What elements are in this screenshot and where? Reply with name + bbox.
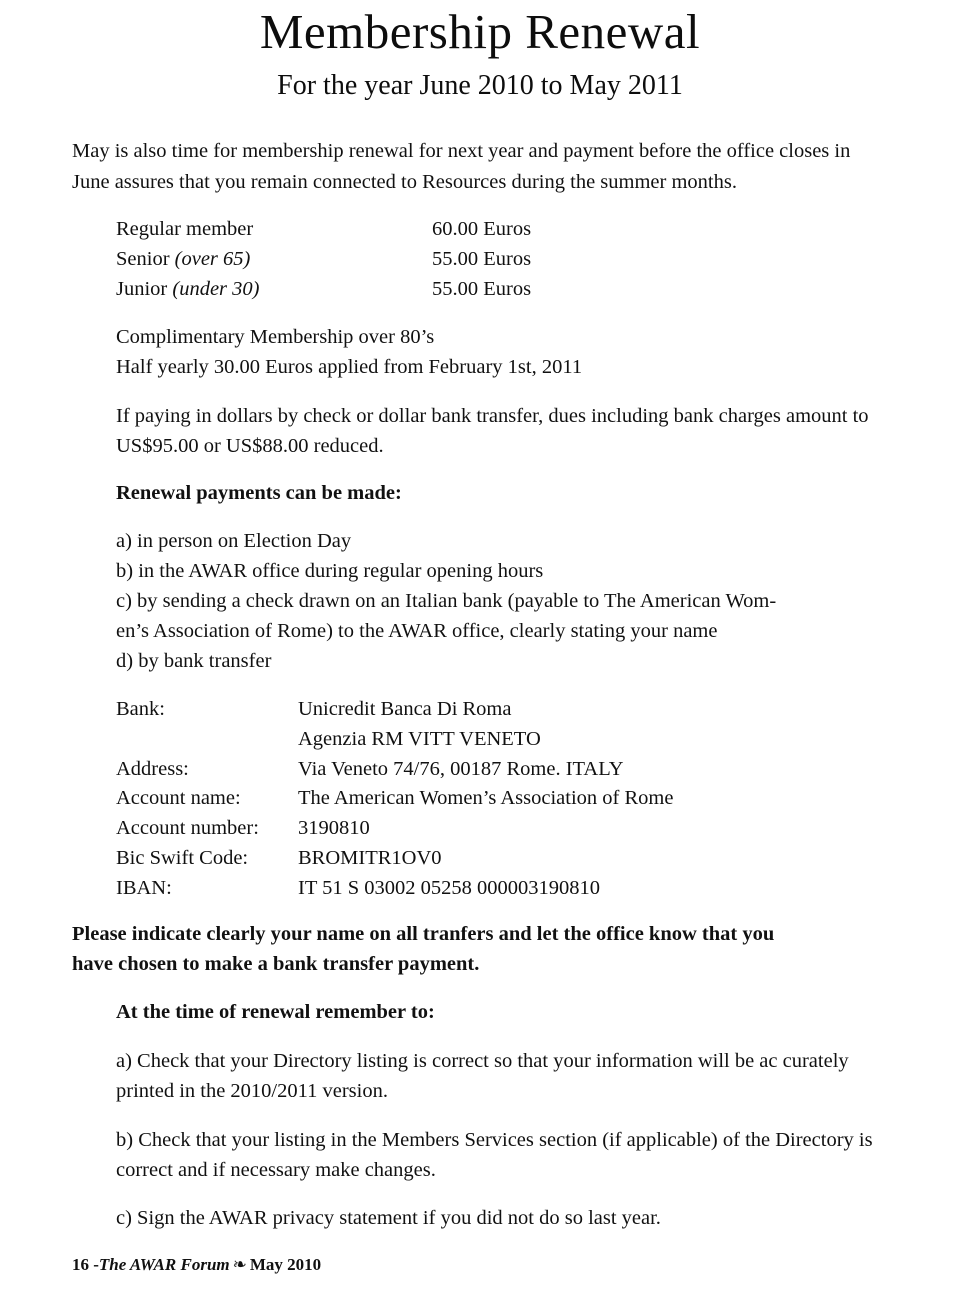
remember-heading: At the time of renewal remember to:: [116, 1000, 435, 1023]
payment-options-list: a) in person on Election Day b) in the A…: [116, 527, 888, 677]
bank-detail-value: Agenzia RM VITT VENETO: [298, 727, 541, 750]
dollar-payment-paragraph: If paying in dollars by check or dollar …: [116, 404, 869, 457]
complimentary-block: Complimentary Membership over 80’s Half …: [116, 323, 888, 383]
list-item: a) in person on Election Day: [116, 530, 352, 553]
bank-detail-key: Account name:: [116, 787, 241, 810]
floral-heart-icon: ❧: [232, 1255, 247, 1274]
complimentary-line-2: Half yearly 30.00 Euros applied from Feb…: [116, 355, 583, 378]
fee-type-cell: Junior (under 30): [116, 275, 432, 305]
fee-qualifier: (over 65): [174, 247, 251, 270]
fee-type-label: Regular member: [116, 217, 254, 240]
table-row: Account name: The American Women’s Assoc…: [116, 784, 673, 814]
bank-detail-key: Account number:: [116, 817, 259, 840]
remember-item-a: a) Check that your Directory listing is …: [116, 1049, 849, 1103]
footer-publication: The AWAR Forum: [98, 1255, 230, 1274]
bank-transfer-notice: Please indicate clearly your name on all…: [72, 920, 888, 980]
fee-type-cell: Senior (over 65): [116, 245, 432, 275]
list-item: d) by bank transfer: [116, 649, 272, 672]
list-item: en’s Association of Rome) to the AWAR of…: [116, 619, 718, 642]
fee-amount-cell: 55.00 Euros: [432, 277, 532, 300]
page-title: Membership Renewal: [259, 4, 701, 59]
fee-table: Regular member 60.00 Euros Senior (over …: [116, 215, 531, 305]
notice-line-1: Please indicate clearly your name on all…: [72, 923, 775, 946]
table-row: Regular member 60.00 Euros: [116, 215, 531, 245]
remember-item-b: b) Check that your listing in the Member…: [116, 1128, 873, 1181]
bank-detail-key: [116, 725, 298, 755]
document-page: Membership Renewal For the year June 201…: [0, 6, 960, 1297]
fee-qualifier: (under 30): [172, 277, 260, 300]
bank-detail-key: IBAN:: [116, 877, 172, 900]
table-row: Senior (over 65) 55.00 Euros: [116, 245, 531, 275]
bank-detail-value: 3190810: [298, 817, 370, 840]
document-body: May is also time for membership renewal …: [0, 136, 960, 1233]
fee-type-label: Junior: [116, 277, 173, 300]
footer-date: May 2010: [249, 1255, 322, 1274]
fee-type-cell: Regular member: [116, 215, 432, 245]
list-item: b) in the AWAR office during regular ope…: [116, 560, 544, 582]
complimentary-line-1: Complimentary Membership over 80’s: [116, 325, 435, 348]
table-row: Bic Swift Code: BROMITR1OV0: [116, 844, 673, 874]
bank-detail-key: Bank:: [116, 697, 165, 720]
bank-detail-value: The American Women’s Association of Rome: [298, 787, 674, 810]
bank-detail-key: Bic Swift Code:: [116, 847, 249, 870]
table-row: Agenzia RM VITT VENETO: [116, 725, 673, 755]
bank-detail-value: IT 51 S 03002 05258 000003190810: [298, 877, 601, 900]
bank-detail-value: BROMITR1OV0: [298, 847, 442, 870]
bank-details-table: Bank: Unicredit Banca Di Roma Agenzia RM…: [116, 695, 673, 904]
table-row: IBAN: IT 51 S 03002 05258 000003190810: [116, 874, 673, 904]
table-row: Account number: 3190810: [116, 814, 673, 844]
list-item: c) by sending a check drawn on an Italia…: [116, 589, 777, 612]
table-row: Address: Via Veneto 74/76, 00187 Rome. I…: [116, 755, 673, 785]
footer-page-number: 16 -: [72, 1255, 99, 1274]
page-footer: 16 -The AWAR Forum ❧ May 2010: [72, 1255, 321, 1275]
intro-paragraph: May is also time for membership renewal …: [72, 140, 851, 193]
notice-line-2: have chosen to make a bank transfer paym…: [72, 953, 480, 976]
bank-detail-value: Unicredit Banca Di Roma: [298, 697, 512, 720]
fee-amount-cell: 55.00 Euros: [432, 247, 532, 270]
page-subtitle: For the year June 2010 to May 2011: [277, 70, 683, 102]
bank-detail-value: Via Veneto 74/76, 00187 Rome. ITALY: [298, 757, 624, 780]
table-row: Junior (under 30) 55.00 Euros: [116, 275, 531, 305]
fee-type-label: Senior: [116, 247, 175, 270]
payments-heading: Renewal payments can be made:: [116, 482, 402, 505]
fee-amount-cell: 60.00 Euros: [432, 217, 532, 240]
bank-detail-key: Address:: [116, 757, 189, 780]
table-row: Bank: Unicredit Banca Di Roma: [116, 695, 673, 725]
remember-item-c: c) Sign the AWAR privacy statement if yo…: [116, 1207, 661, 1230]
